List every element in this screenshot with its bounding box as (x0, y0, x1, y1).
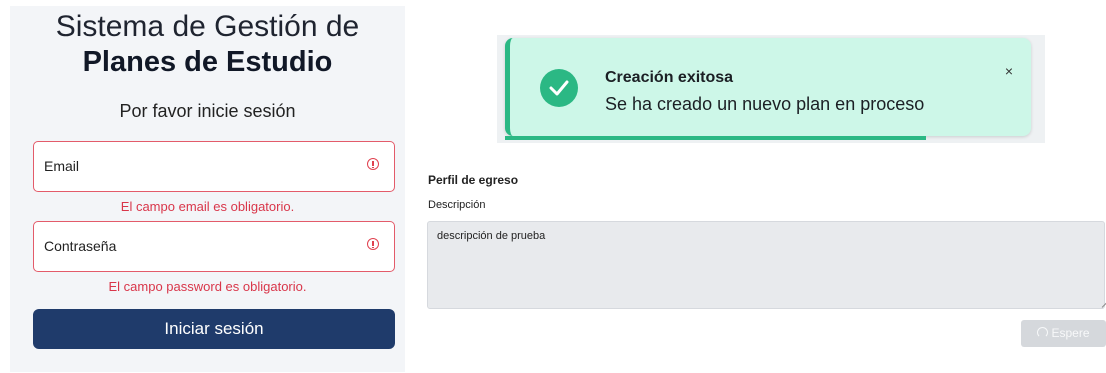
login-subtitle: Por favor inicie sesión (119, 101, 296, 121)
login-panel: Sistema de Gestión de Planes de Estudio … (10, 6, 405, 372)
login-title-line2: Planes de Estudio (82, 46, 333, 78)
wait-button-label: Espere (1051, 326, 1090, 340)
exclamation-circle-icon (367, 158, 379, 170)
spinner-icon (1037, 327, 1049, 338)
success-toast: Creación exitosa Se ha creado un nuevo p… (505, 38, 1031, 136)
toast-title: Creación exitosa (605, 69, 734, 86)
check-circle-icon (540, 69, 578, 107)
section-title: Perfil de egreso (428, 173, 519, 187)
exclamation-circle-icon (367, 238, 379, 250)
toast-message: Se ha creado un nuevo plan en proceso (605, 94, 925, 114)
screen: Sistema de Gestión de Planes de Estudio … (0, 0, 1106, 373)
email-label: Email (44, 158, 80, 174)
email-error-text: El campo email es obligatorio. (120, 199, 295, 214)
wait-button: Espere (1021, 320, 1106, 347)
toast-container: Creación exitosa Se ha creado un nuevo p… (497, 35, 1045, 143)
description-textarea[interactable]: descripción de prueba (427, 221, 1105, 309)
login-title-line1: Sistema de Gestión de (55, 10, 360, 43)
close-icon[interactable]: × (1005, 63, 1013, 79)
password-label: Contraseña (44, 238, 117, 254)
login-button[interactable]: Iniciar sesión (33, 309, 395, 349)
toast-progress-bar (505, 136, 926, 140)
password-error-text: El campo password es obligatorio. (108, 279, 307, 294)
description-label: Descripción (428, 199, 486, 211)
email-field[interactable]: Email (33, 141, 395, 192)
password-field[interactable]: Contraseña (33, 221, 395, 272)
